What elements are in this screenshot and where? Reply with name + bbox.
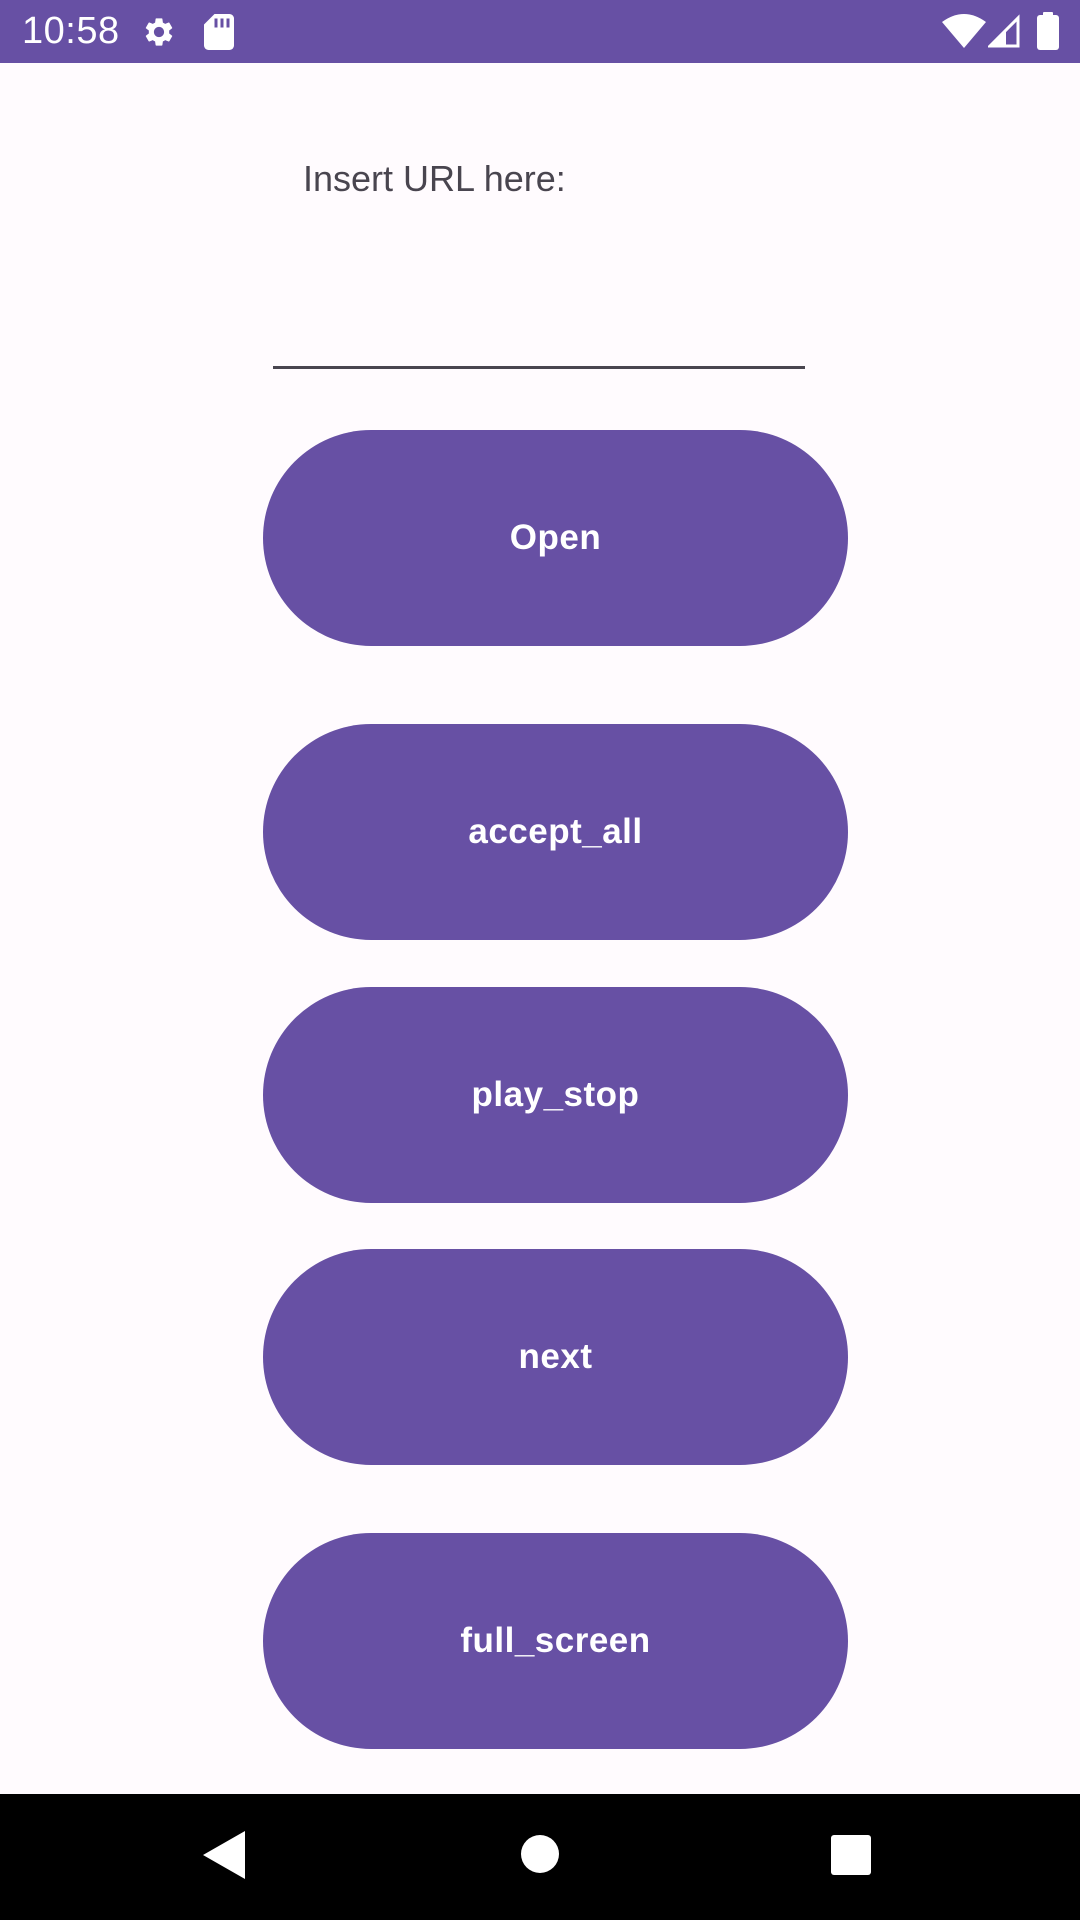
sd-card-icon: [204, 14, 234, 50]
open-button[interactable]: Open: [263, 430, 848, 646]
settings-icon: [145, 18, 173, 46]
cell-signal-icon: [988, 14, 1020, 48]
url-label: Insert URL here:: [303, 158, 566, 199]
main-content: Insert URL here: Open accept_all play_st…: [0, 63, 1080, 1794]
accept-all-button[interactable]: accept_all: [263, 724, 848, 940]
navigation-bar: [0, 1794, 1080, 1920]
play-stop-button[interactable]: play_stop: [263, 987, 848, 1203]
full-screen-button[interactable]: full_screen: [263, 1533, 848, 1749]
status-time: 10:58: [22, 10, 120, 52]
back-icon[interactable]: [203, 1831, 245, 1879]
battery-icon: [1037, 12, 1059, 50]
recents-icon[interactable]: [831, 1835, 871, 1875]
next-button[interactable]: next: [263, 1249, 848, 1465]
home-icon[interactable]: [519, 1833, 561, 1875]
wifi-icon: [942, 14, 986, 48]
url-input[interactable]: [273, 313, 805, 369]
status-bar: 10:58: [0, 0, 1080, 63]
